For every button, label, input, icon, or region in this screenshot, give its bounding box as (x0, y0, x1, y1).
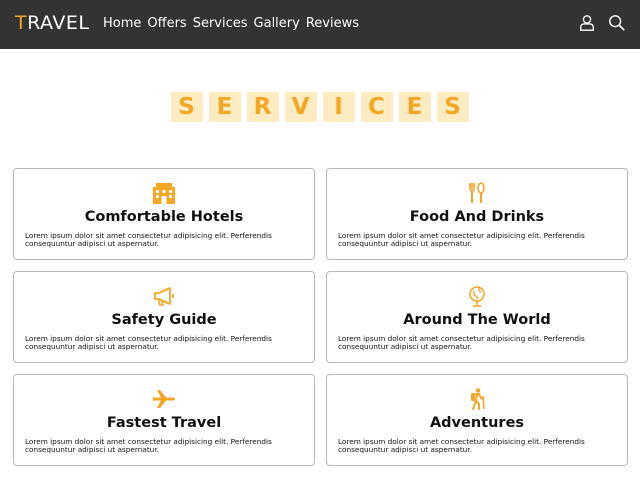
service-description: Lorem ipsum dolor sit amet consectetur a… (338, 334, 585, 351)
nav-link-services[interactable]: Services (193, 16, 248, 31)
nav-link-gallery[interactable]: Gallery (254, 16, 300, 31)
heading-letter: I (322, 92, 355, 122)
heading-letter: V (284, 92, 317, 122)
service-title: Adventures (429, 415, 525, 431)
nav-link-home[interactable]: Home (103, 16, 141, 31)
navbar: TRAVEL Home Offers Services Gallery Revi… (0, 0, 640, 49)
user-icon[interactable] (578, 14, 596, 32)
hiker-icon (471, 388, 485, 410)
service-title: Comfortable Hotels (84, 209, 244, 225)
services-heading: S E R V I C E S (0, 92, 640, 122)
hotel-icon (153, 183, 175, 204)
nav-link-reviews[interactable]: Reviews (306, 16, 359, 31)
nav-icons (578, 14, 626, 32)
search-icon[interactable] (608, 14, 626, 32)
logo-rest: RAVEL (27, 12, 90, 34)
logo[interactable]: TRAVEL (15, 12, 89, 34)
service-title: Fastest Travel (106, 415, 222, 431)
service-title: Safety Guide (111, 312, 217, 328)
logo-first-letter: T (15, 12, 28, 34)
megaphone-icon (154, 287, 174, 306)
globe-icon (469, 286, 485, 307)
service-description: Lorem ipsum dolor sit amet consectetur a… (25, 334, 272, 351)
service-card-world[interactable]: Around The World Lorem ipsum dolor sit a… (326, 271, 628, 363)
heading-letter: C (360, 92, 393, 122)
service-card-food[interactable]: Food And Drinks Lorem ipsum dolor sit am… (326, 168, 628, 260)
heading-letter: R (246, 92, 279, 122)
service-card-adventures[interactable]: Adventures Lorem ipsum dolor sit amet co… (326, 374, 628, 466)
nav-links: Home Offers Services Gallery Reviews (103, 16, 365, 31)
nav-link-offers[interactable]: Offers (147, 16, 186, 31)
service-title: Food And Drinks (409, 209, 545, 225)
heading-letter: E (398, 92, 431, 122)
service-description: Lorem ipsum dolor sit amet consectetur a… (338, 437, 585, 454)
heading-letter: E (208, 92, 241, 122)
service-description: Lorem ipsum dolor sit amet consectetur a… (25, 231, 272, 248)
service-card-safety[interactable]: Safety Guide Lorem ipsum dolor sit amet … (13, 271, 315, 363)
service-description: Lorem ipsum dolor sit amet consectetur a… (25, 437, 272, 454)
heading-letter: S (170, 92, 203, 122)
plane-icon (153, 390, 175, 408)
heading-letter: S (436, 92, 469, 122)
food-icon (469, 182, 485, 203)
service-title: Around The World (403, 312, 551, 328)
service-card-hotels[interactable]: Comfortable Hotels Lorem ipsum dolor sit… (13, 168, 315, 260)
service-description: Lorem ipsum dolor sit amet consectetur a… (338, 231, 585, 248)
service-card-travel[interactable]: Fastest Travel Lorem ipsum dolor sit ame… (13, 374, 315, 466)
